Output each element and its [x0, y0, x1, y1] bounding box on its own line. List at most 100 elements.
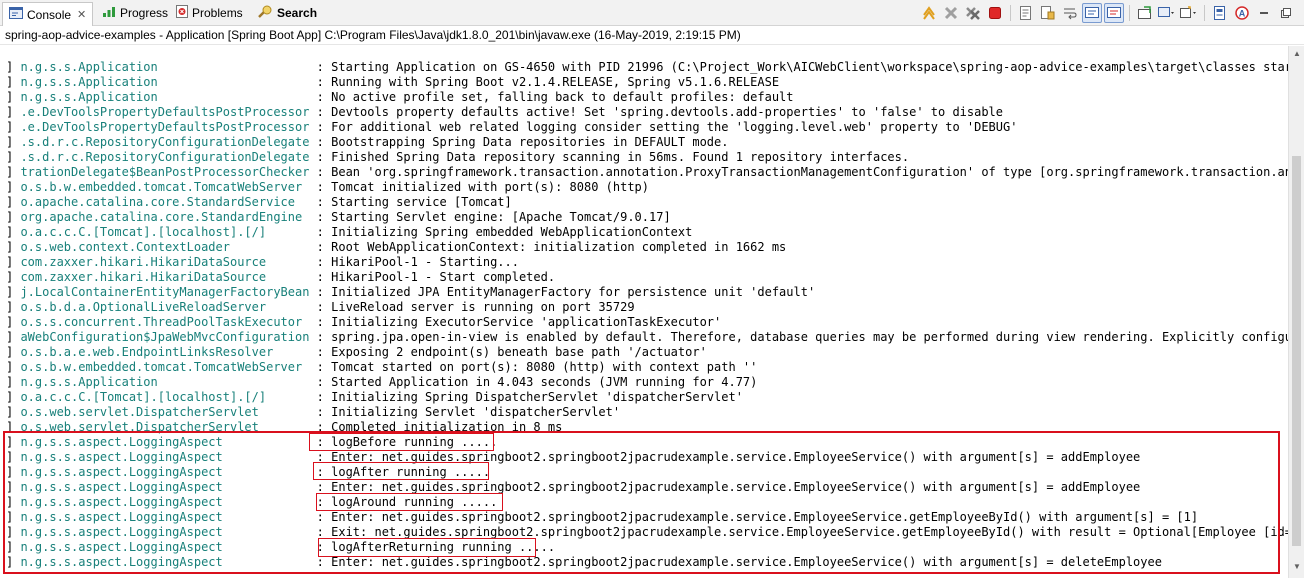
stop-icon[interactable] — [985, 3, 1005, 23]
scroll-up-icon[interactable]: ▲ — [1292, 49, 1302, 59]
progress-icon — [102, 6, 116, 21]
log-line-bracket: ] — [6, 300, 21, 314]
view-menu-icon[interactable] — [1210, 3, 1230, 23]
log-line-message: : Exposing 2 endpoint(s) beneath base pa… — [316, 345, 707, 359]
log-line: ] o.s.b.a.e.web.EndpointLinksResolver : … — [6, 345, 1288, 360]
tab-console[interactable]: Console ✕ — [2, 2, 94, 26]
maximize-icon[interactable] — [1276, 3, 1296, 23]
log-line: ] trationDelegate$BeanPostProcessorCheck… — [6, 165, 1288, 180]
log-line-message: : Starting service [Tomcat] — [316, 195, 512, 209]
log-line: ] org.apache.catalina.core.StandardEngin… — [6, 210, 1288, 225]
log-line-gap — [309, 225, 316, 239]
log-line-message: : Bootstrapping Spring Data repositories… — [316, 135, 729, 149]
log-line-bracket: ] — [6, 90, 21, 104]
tab-progress-label: Progress — [120, 6, 169, 20]
log-line: ] n.g.s.s.Application : Running with Spr… — [6, 75, 1288, 90]
log-line-logger: .s.d.r.c.RepositoryConfigurationDelegate — [20, 150, 310, 164]
display-selected-console-icon[interactable] — [1157, 3, 1177, 23]
log-line: ] o.apache.catalina.core.StandardService… — [6, 195, 1288, 210]
log-line-logger: o.s.b.w.embedded.tomcat.TomcatWebServer — [20, 180, 310, 194]
log-line-gap — [309, 150, 316, 164]
log-line-message: : Starting Servlet engine: [Apache Tomca… — [316, 210, 671, 224]
log-line-logger: com.zaxxer.hikari.HikariDataSource — [20, 270, 310, 284]
console-icon — [9, 7, 23, 22]
log-line: ] o.a.c.c.C.[Tomcat].[localhost].[/] : I… — [6, 225, 1288, 240]
remove-all-terminated-icon[interactable] — [963, 3, 983, 23]
log-line-message: : Devtools property defaults active! Set… — [316, 105, 1004, 119]
profile-icon[interactable]: A — [1232, 3, 1252, 23]
log-line-logger: o.s.web.servlet.DispatcherServlet — [20, 405, 310, 419]
log-line-message: : HikariPool-1 - Starting... — [316, 255, 519, 269]
log-line: ] o.s.s.concurrent.ThreadPoolTaskExecuto… — [6, 315, 1288, 330]
log-line-message: : For additional web related logging con… — [316, 120, 1018, 134]
log-line-gap — [309, 300, 316, 314]
show-on-stdout-icon[interactable] — [1082, 3, 1102, 23]
scroll-lock-icon[interactable] — [1038, 3, 1058, 23]
log-line-bracket: ] — [6, 180, 21, 194]
log-line-gap — [309, 330, 316, 344]
log-line-logger: trationDelegate$BeanPostProcessorChecker — [20, 165, 310, 179]
terminate-icon[interactable] — [941, 3, 961, 23]
logaround-highlight — [316, 493, 503, 511]
log-line: ] .s.d.r.c.RepositoryConfigurationDelega… — [6, 150, 1288, 165]
log-line-gap — [309, 105, 316, 119]
scroll-down-icon[interactable]: ▼ — [1292, 562, 1302, 572]
log-line: ] .e.DevToolsPropertyDefaultsPostProcess… — [6, 105, 1288, 120]
tab-problems[interactable]: Problems — [170, 2, 249, 24]
log-line-gap — [309, 345, 316, 359]
scrollbar-thumb[interactable] — [1292, 156, 1301, 546]
log-line-bracket: ] — [6, 375, 21, 389]
log-line-bracket: ] — [6, 345, 21, 359]
log-line-message: : Bean 'org.springframework.transaction.… — [316, 165, 1288, 179]
toolbar-separator — [1204, 5, 1205, 21]
log-line-logger: o.s.b.d.a.OptionalLiveReloadServer — [20, 300, 310, 314]
log-line-gap — [309, 165, 316, 179]
logafter-highlight — [313, 462, 489, 480]
close-icon[interactable]: ✕ — [77, 8, 86, 21]
log-line-message: : Initializing Spring embedded WebApplic… — [316, 225, 693, 239]
open-console-icon[interactable] — [1179, 3, 1199, 23]
skip-all-breakpoints-icon[interactable] — [919, 3, 939, 23]
log-line-message: : LiveReload server is running on port 3… — [316, 300, 635, 314]
console-toolbar: A — [919, 3, 1296, 23]
clear-console-icon[interactable] — [1016, 3, 1036, 23]
log-line-bracket: ] — [6, 390, 21, 404]
log-line-gap — [309, 120, 316, 134]
log-line-gap — [309, 60, 316, 74]
log-line-bracket: ] — [6, 210, 21, 224]
log-line: ] .s.d.r.c.RepositoryConfigurationDelega… — [6, 135, 1288, 150]
log-line-message: : Starting Application on GS-4650 with P… — [316, 60, 1288, 74]
show-on-stderr-icon[interactable] — [1104, 3, 1124, 23]
log-line-bracket: ] — [6, 240, 21, 254]
log-line-logger: o.s.s.concurrent.ThreadPoolTaskExecutor — [20, 315, 310, 329]
tab-search[interactable]: Search — [251, 2, 323, 24]
console-scrollbar[interactable]: ▲ ▼ — [1288, 46, 1304, 578]
log-line-message: : Initializing ExecutorService 'applicat… — [316, 315, 722, 329]
log-line-logger: aWebConfiguration$JpaWebMvcConfiguration — [20, 330, 310, 344]
logging-aspect-highlight-box — [3, 431, 1280, 574]
log-line-gap — [309, 255, 316, 269]
log-line-message: : Initializing Spring DispatcherServlet … — [316, 390, 743, 404]
log-line: ] com.zaxxer.hikari.HikariDataSource : H… — [6, 255, 1288, 270]
log-line-logger: o.apache.catalina.core.StandardService — [20, 195, 310, 209]
log-line-message: : No active profile set, falling back to… — [316, 90, 794, 104]
word-wrap-icon[interactable] — [1060, 3, 1080, 23]
log-line-bracket: ] — [6, 285, 21, 299]
log-line-bracket: ] — [6, 405, 21, 419]
log-line-bracket: ] — [6, 315, 21, 329]
log-line-message: : HikariPool-1 - Start completed. — [316, 270, 556, 284]
pin-console-icon[interactable] — [1135, 3, 1155, 23]
log-line-bracket: ] — [6, 225, 21, 239]
toolbar-separator — [1129, 5, 1130, 21]
log-line-logger: n.g.s.s.Application — [20, 90, 310, 104]
tab-progress[interactable]: Progress — [96, 2, 174, 24]
log-line-logger: o.a.c.c.C.[Tomcat].[localhost].[/] — [20, 225, 310, 239]
log-line-logger: o.a.c.c.C.[Tomcat].[localhost].[/] — [20, 390, 310, 404]
log-line-gap — [309, 180, 316, 194]
log-line-bracket: ] — [6, 150, 21, 164]
log-line-message: : Running with Spring Boot v2.1.4.RELEAS… — [316, 75, 780, 89]
problems-icon — [176, 5, 188, 21]
log-line-message: : Tomcat initialized with port(s): 8080 … — [316, 180, 650, 194]
minimize-icon[interactable] — [1254, 3, 1274, 23]
log-line-bracket: ] — [6, 360, 21, 374]
